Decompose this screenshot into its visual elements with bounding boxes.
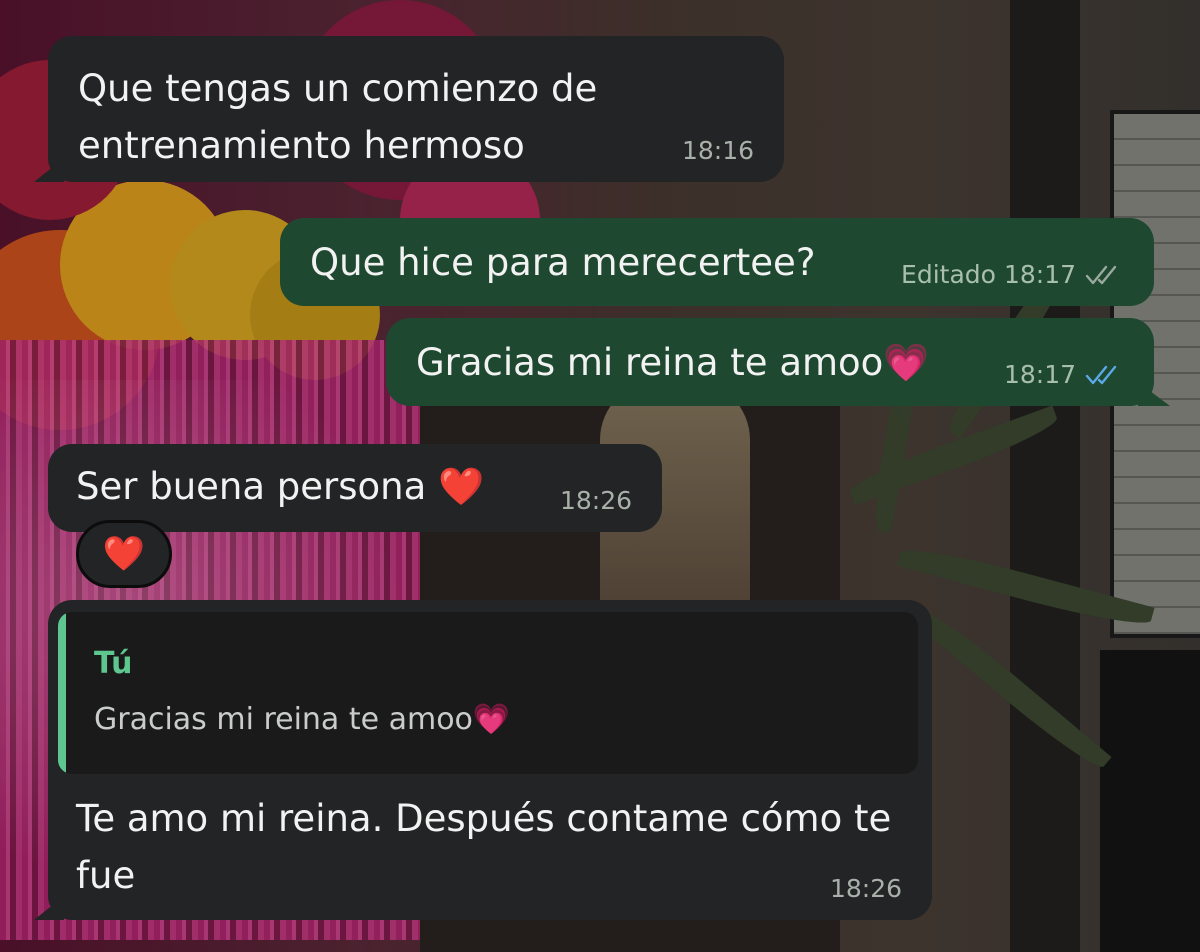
message-meta: Editado 18:17: [901, 260, 1124, 290]
quoted-message[interactable]: Tú Gracias mi reina te amoo💗: [58, 612, 918, 774]
message-incoming-reply[interactable]: Tú Gracias mi reina te amoo💗 Te amo mi r…: [48, 600, 932, 920]
message-text: Que tengas un comienzo de entrenamiento …: [78, 67, 598, 167]
quoted-text: Gracias mi reina te amoo💗: [94, 702, 511, 737]
reaction-badge[interactable]: ❤️: [76, 520, 172, 588]
message-incoming[interactable]: Ser buena persona ❤️ 18:26: [48, 444, 662, 532]
edited-label: Editado: [901, 260, 996, 289]
message-time: 18:17: [1003, 360, 1076, 389]
message-outgoing[interactable]: Que hice para merecertee? Editado 18:17: [280, 218, 1154, 306]
double-check-grey-icon: [1085, 265, 1117, 285]
message-text: Ser buena persona ❤️: [76, 465, 485, 508]
message-time: 18:17: [1003, 260, 1076, 289]
message-text: Gracias mi reina te amoo💗: [416, 341, 930, 384]
message-incoming[interactable]: Que tengas un comienzo de entrenamiento …: [48, 36, 784, 182]
double-check-blue-icon: [1085, 365, 1117, 385]
message-time: 18:26: [829, 874, 902, 903]
message-meta: 18:16: [682, 136, 754, 166]
message-text: Te amo mi reina. Después contame cómo te…: [76, 797, 892, 897]
message-meta: 18:26: [830, 874, 902, 904]
message-time: 18:26: [559, 486, 632, 515]
message-time: 18:16: [681, 136, 754, 165]
message-text: Que hice para merecertee?: [310, 241, 816, 284]
message-meta: 18:26: [560, 486, 632, 516]
quoted-author: Tú: [94, 646, 133, 681]
quote-accent-bar: [58, 612, 66, 774]
message-meta: 18:17: [1004, 360, 1124, 390]
message-outgoing[interactable]: Gracias mi reina te amoo💗 18:17: [386, 318, 1154, 406]
heart-reaction-icon: ❤️: [102, 534, 146, 574]
